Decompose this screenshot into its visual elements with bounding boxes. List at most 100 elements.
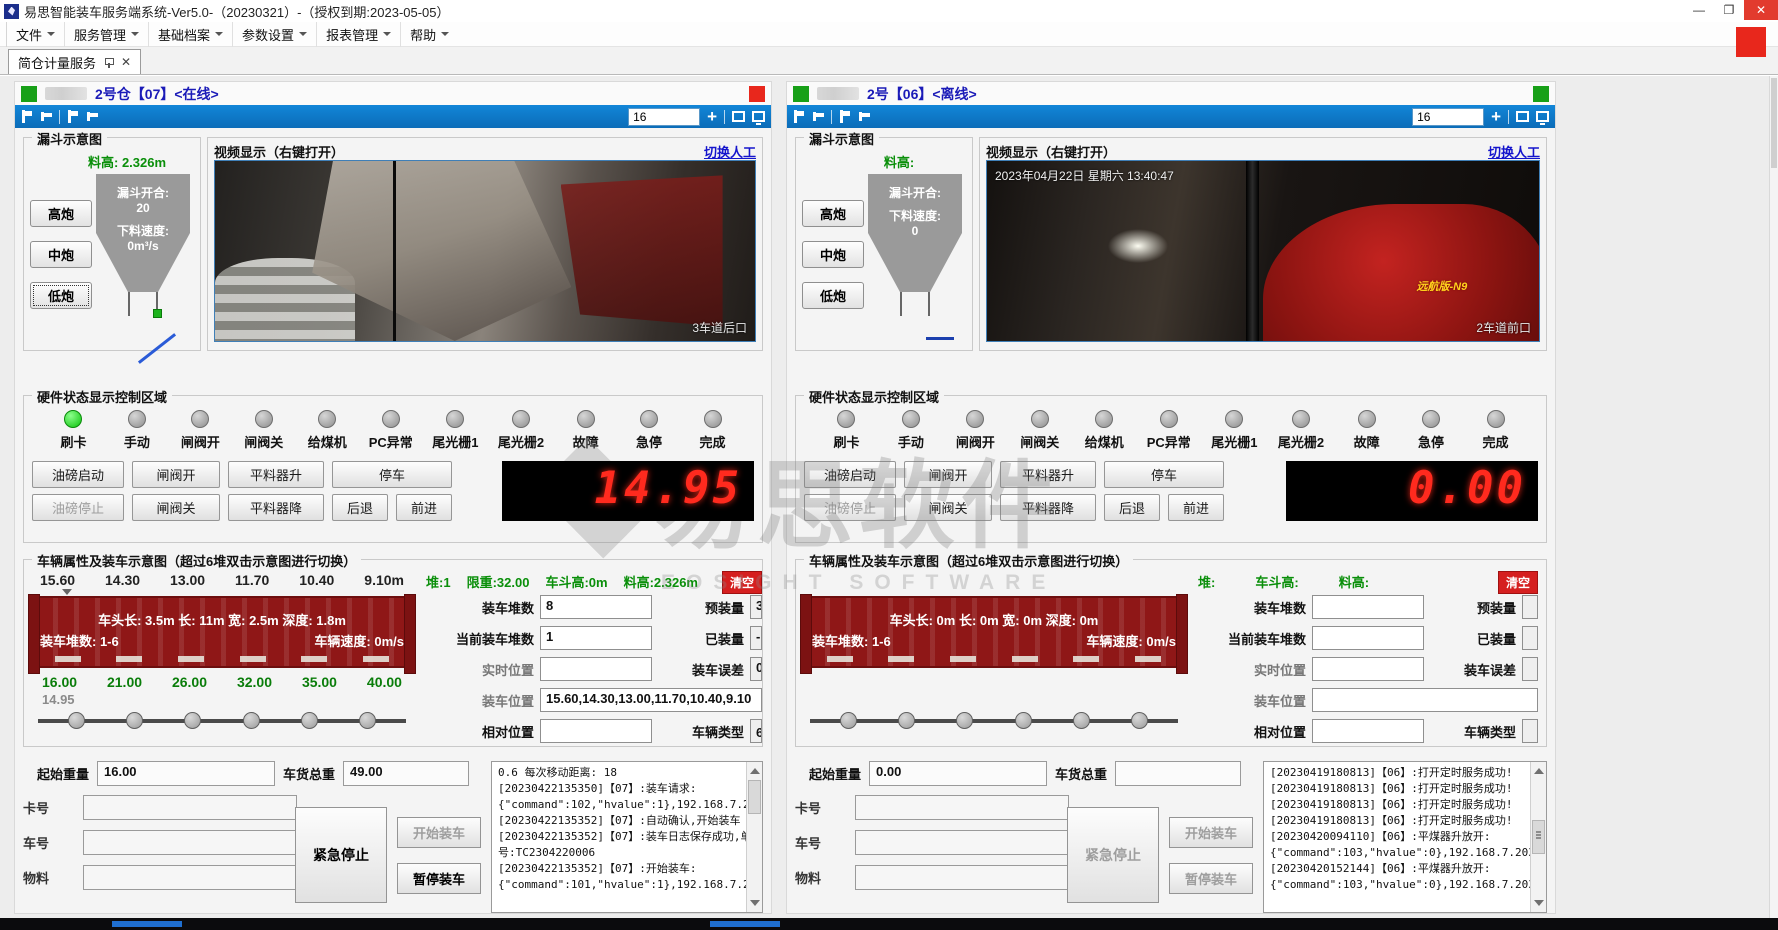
menu-item[interactable]: 文件 [6,22,64,47]
relative-pos-field[interactable] [540,719,652,743]
control-button[interactable]: 后退 [332,494,388,521]
plus-icon[interactable]: + [1491,108,1501,125]
video-feed[interactable]: 远航版-N9 2023年04月22日 星期六 13:40:47 2车道前口 [986,160,1540,342]
log-output[interactable]: 0.6 每次移动距离: 18[20230422135350]【07】:装车请求:… [491,761,763,913]
control-button[interactable]: 油磅停止 [32,494,124,521]
current-pile-field[interactable] [1312,626,1424,650]
close-button[interactable]: ✕ [1744,0,1778,20]
minimize-button[interactable]: — [1684,0,1714,20]
realtime-pos-field[interactable] [540,657,652,681]
monitor-icon[interactable] [752,111,765,122]
log-output[interactable]: [20230419180813]【06】:打开定时服务成功![202304191… [1263,761,1547,913]
control-button[interactable]: 后退 [1104,494,1160,521]
menu-item[interactable]: 服务管理 [64,22,148,47]
control-button[interactable]: 前进 [396,494,452,521]
flag-icon[interactable] [858,110,870,124]
scroll-thumb[interactable] [1532,820,1545,854]
menu-item[interactable]: 报表管理 [316,22,400,47]
scrollbar[interactable] [746,762,762,912]
monitor-icon[interactable] [1536,111,1549,122]
scroll-up-icon[interactable] [750,768,760,774]
material-field[interactable] [83,865,297,890]
restore-button[interactable]: ❐ [1714,0,1744,20]
scroll-down-icon[interactable] [1534,900,1544,906]
flag-icon[interactable] [812,110,824,124]
loaded-field[interactable] [1522,626,1538,650]
control-button[interactable]: 平料器升 [228,461,324,488]
flag-icon[interactable] [86,110,98,124]
truck-no-field[interactable] [855,830,1069,855]
menu-item[interactable]: 基础档案 [148,22,232,47]
preload-field[interactable] [1522,595,1538,619]
air-cannon-button[interactable]: 中炮 [30,241,92,268]
control-button[interactable]: 油磅停止 [804,494,896,521]
scroll-up-icon[interactable] [1534,768,1544,774]
control-button[interactable]: 闸阀关 [904,494,992,521]
loaded-field[interactable]: -1.05 [750,626,762,650]
vehicle-type-field[interactable] [1522,719,1538,743]
error-field[interactable]: 0.8 [750,657,762,681]
action-button[interactable]: 暂停装车 [397,863,481,894]
clear-button[interactable]: 清空 [1498,571,1538,594]
air-cannon-button[interactable]: 高炮 [802,200,864,227]
scroll-down-icon[interactable] [750,900,760,906]
control-button[interactable]: 油磅启动 [32,461,124,488]
scroll-thumb[interactable] [748,780,761,814]
air-cannon-button[interactable]: 中炮 [802,241,864,268]
card-no-field[interactable] [83,795,297,820]
truck-diagram[interactable]: 车头长: 0m 长: 0m 宽: 0m 深度: 0m 装车堆数: 1-6 车辆速… [802,572,1186,744]
tab-close-icon[interactable]: ✕ [121,55,131,69]
app-scrollbar[interactable] [1769,76,1778,918]
card-no-field[interactable] [855,795,1069,820]
switch-manual-link[interactable]: 切换人工 [1488,142,1540,158]
clear-button[interactable]: 清空 [722,571,762,594]
relative-pos-field[interactable] [1312,719,1424,743]
positions-field[interactable]: 15.60,14.30,13.00,11.70,10.40,9.10 [540,688,762,712]
control-button[interactable]: 停车 [332,461,452,488]
count-input[interactable] [1412,108,1484,126]
scrollbar[interactable] [1530,762,1546,912]
window-icon[interactable] [1516,111,1529,122]
count-input[interactable] [628,108,700,126]
air-cannon-button[interactable]: 低炮 [30,282,92,309]
load-piles-field[interactable] [1312,595,1424,619]
start-weight-field[interactable]: 0.00 [869,761,1047,786]
control-button[interactable]: 闸阀关 [132,494,220,521]
total-weight-field[interactable] [1115,761,1241,786]
control-button[interactable]: 前进 [1168,494,1224,521]
load-piles-field[interactable]: 8 [540,595,652,619]
tab-silo-metering[interactable]: 简仓计量服务 ✕ [8,49,141,74]
air-cannon-button[interactable]: 高炮 [30,200,92,227]
air-cannon-button[interactable]: 低炮 [802,282,864,309]
action-button[interactable]: 紧急停止 [295,807,387,903]
control-button[interactable]: 平料器升 [1000,461,1096,488]
action-button[interactable]: 开始装车 [1169,817,1253,848]
control-button[interactable]: 闸阀开 [904,461,992,488]
control-button[interactable]: 平料器降 [228,494,324,521]
flag-icon[interactable] [40,110,52,124]
total-weight-field[interactable]: 49.00 [343,761,469,786]
material-field[interactable] [855,865,1069,890]
scroll-thumb[interactable] [1771,78,1777,168]
start-weight-field[interactable]: 16.00 [97,761,275,786]
control-button[interactable]: 油磅启动 [804,461,896,488]
window-icon[interactable] [732,111,745,122]
plus-icon[interactable]: + [707,108,717,125]
camera-icon[interactable] [67,110,79,124]
control-button[interactable]: 停车 [1104,461,1224,488]
action-button[interactable]: 暂停装车 [1169,863,1253,894]
error-field[interactable] [1522,657,1538,681]
camera-icon[interactable] [793,110,805,124]
truck-diagram[interactable]: 15.6014.3013.0011.7010.409.10m 车头长: 3.5m… [30,572,414,744]
realtime-pos-field[interactable] [1312,657,1424,681]
switch-manual-link[interactable]: 切换人工 [704,142,756,158]
preload-field[interactable]: 33.00 [750,595,762,619]
position-slider[interactable] [810,710,1178,732]
control-button[interactable]: 闸阀开 [132,461,220,488]
control-button[interactable]: 平料器降 [1000,494,1096,521]
camera-icon[interactable] [21,110,33,124]
action-button[interactable]: 开始装车 [397,817,481,848]
truck-no-field[interactable] [83,830,297,855]
action-button[interactable]: 紧急停止 [1067,807,1159,903]
positions-field[interactable] [1312,688,1538,712]
